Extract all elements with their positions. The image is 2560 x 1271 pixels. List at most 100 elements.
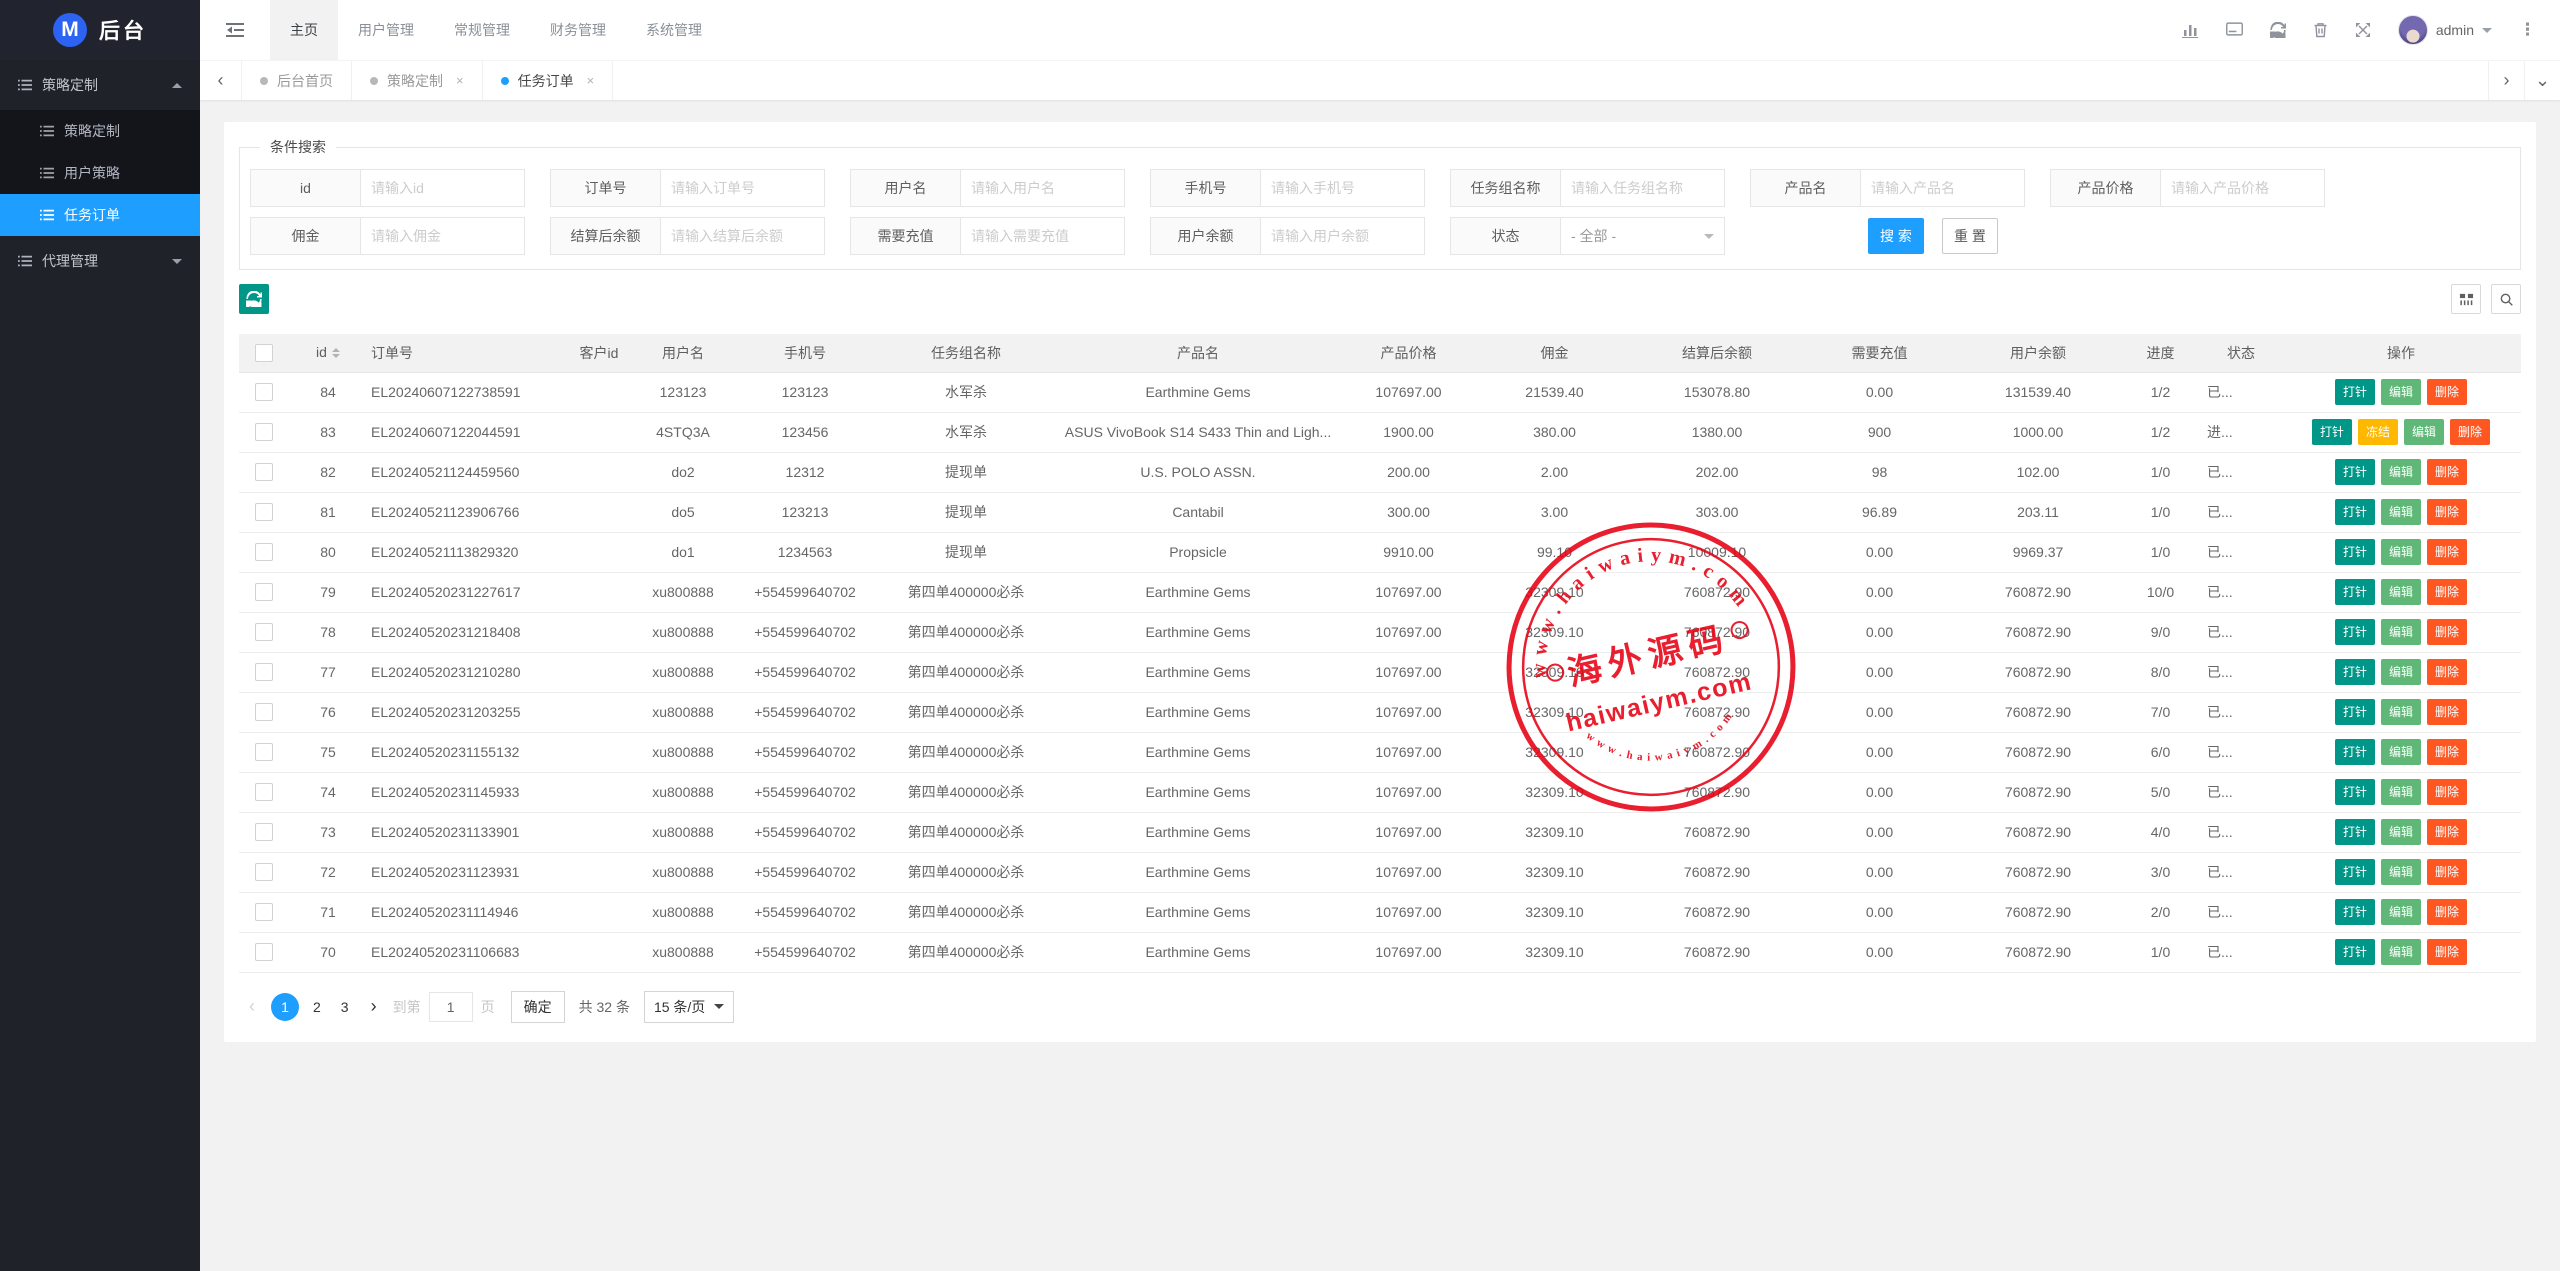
delete-button[interactable]: 删除 (2427, 899, 2467, 925)
edit-button[interactable]: 编辑 (2381, 779, 2421, 805)
filter-input-id[interactable] (360, 169, 525, 207)
edit-button[interactable]: 编辑 (2381, 739, 2421, 765)
pin-button[interactable]: 打针 (2312, 419, 2352, 445)
pin-button[interactable]: 打针 (2335, 819, 2375, 845)
filter-input-需要充值[interactable] (960, 217, 1125, 255)
page-prev-icon[interactable]: ‹ (241, 996, 263, 1017)
tab-策略定制[interactable]: 策略定制× (352, 61, 483, 100)
filter-input-订单号[interactable] (660, 169, 825, 207)
delete-button[interactable]: 删除 (2427, 859, 2467, 885)
delete-button[interactable]: 删除 (2427, 579, 2467, 605)
row-checkbox[interactable] (255, 503, 273, 521)
delete-button[interactable]: 删除 (2427, 819, 2467, 845)
page-2[interactable]: 2 (303, 999, 331, 1015)
row-checkbox[interactable] (255, 783, 273, 801)
row-checkbox[interactable] (255, 663, 273, 681)
row-checkbox[interactable] (255, 543, 273, 561)
filter-input-结算后余额[interactable] (660, 217, 825, 255)
row-checkbox[interactable] (255, 463, 273, 481)
edit-button[interactable]: 编辑 (2381, 859, 2421, 885)
pin-button[interactable]: 打针 (2335, 499, 2375, 525)
freeze-button[interactable]: 冻结 (2358, 419, 2398, 445)
pin-button[interactable]: 打针 (2335, 859, 2375, 885)
delete-button[interactable]: 删除 (2427, 379, 2467, 405)
row-checkbox[interactable] (255, 863, 273, 881)
tabs-menu-icon[interactable]: ⌄ (2524, 61, 2560, 100)
row-checkbox[interactable] (255, 903, 273, 921)
delete-button[interactable]: 删除 (2427, 659, 2467, 685)
more-options-icon[interactable]: ⋮ (2519, 20, 2536, 40)
topnav-item-用户管理[interactable]: 用户管理 (338, 0, 434, 60)
edit-button[interactable]: 编辑 (2381, 699, 2421, 725)
menu-collapse-icon[interactable] (226, 22, 244, 38)
edit-button[interactable]: 编辑 (2381, 379, 2421, 405)
trash-icon[interactable] (2313, 22, 2328, 38)
sidebar-item-任务订单[interactable]: 任务订单 (0, 194, 200, 236)
status-select[interactable]: - 全部 - (1560, 217, 1725, 255)
delete-button[interactable]: 删除 (2427, 939, 2467, 965)
sort-asc-icon[interactable] (332, 344, 340, 352)
filter-input-任务组名称[interactable] (1560, 169, 1725, 207)
row-checkbox[interactable] (255, 743, 273, 761)
pin-button[interactable]: 打针 (2335, 899, 2375, 925)
edit-button[interactable]: 编辑 (2381, 459, 2421, 485)
delete-button[interactable]: 删除 (2450, 419, 2490, 445)
delete-button[interactable]: 删除 (2427, 619, 2467, 645)
topnav-item-主页[interactable]: 主页 (270, 0, 338, 60)
pin-button[interactable]: 打针 (2335, 779, 2375, 805)
reset-button[interactable]: 重 置 (1942, 218, 1998, 254)
delete-button[interactable]: 删除 (2427, 699, 2467, 725)
refresh-icon[interactable] (2270, 22, 2286, 38)
edit-button[interactable]: 编辑 (2381, 819, 2421, 845)
row-checkbox[interactable] (255, 823, 273, 841)
fullscreen-icon[interactable] (2355, 22, 2371, 38)
user-menu[interactable]: admin (2398, 15, 2492, 45)
edit-button[interactable]: 编辑 (2381, 499, 2421, 525)
jump-confirm-button[interactable]: 确定 (511, 991, 565, 1023)
edit-button[interactable]: 编辑 (2381, 939, 2421, 965)
pin-button[interactable]: 打针 (2335, 659, 2375, 685)
page-1[interactable]: 1 (271, 993, 299, 1021)
tab-后台首页[interactable]: 后台首页 (242, 61, 352, 100)
pin-button[interactable]: 打针 (2335, 939, 2375, 965)
pin-button[interactable]: 打针 (2335, 699, 2375, 725)
topnav-item-常规管理[interactable]: 常规管理 (434, 0, 530, 60)
pin-button[interactable]: 打针 (2335, 539, 2375, 565)
select-all-checkbox[interactable] (255, 344, 273, 362)
page-size-select[interactable]: 15 条/页 (644, 991, 734, 1023)
sidebar-item-策略定制[interactable]: 策略定制 (0, 110, 200, 152)
delete-button[interactable]: 删除 (2427, 779, 2467, 805)
edit-button[interactable]: 编辑 (2381, 619, 2421, 645)
filter-input-佣金[interactable] (360, 217, 525, 255)
filter-input-产品名[interactable] (1860, 169, 2025, 207)
edit-button[interactable]: 编辑 (2381, 659, 2421, 685)
edit-button[interactable]: 编辑 (2381, 539, 2421, 565)
sort-desc-icon[interactable] (332, 354, 340, 362)
sidebar-group-1[interactable]: 代理管理 (0, 236, 200, 286)
bar-chart-icon[interactable] (2182, 22, 2199, 38)
pin-button[interactable]: 打针 (2335, 379, 2375, 405)
sidebar-group-0[interactable]: 策略定制 (0, 60, 200, 110)
filter-input-手机号[interactable] (1260, 169, 1425, 207)
close-icon[interactable]: × (456, 73, 464, 88)
edit-button[interactable]: 编辑 (2381, 899, 2421, 925)
row-checkbox[interactable] (255, 943, 273, 961)
row-checkbox[interactable] (255, 583, 273, 601)
filter-input-产品价格[interactable] (2160, 169, 2325, 207)
pin-button[interactable]: 打针 (2335, 619, 2375, 645)
close-icon[interactable]: × (587, 73, 595, 88)
panel-icon[interactable] (2226, 22, 2243, 38)
columns-button[interactable] (2451, 284, 2481, 314)
delete-button[interactable]: 删除 (2427, 459, 2467, 485)
page-3[interactable]: 3 (331, 999, 359, 1015)
logo[interactable]: M 后台 (0, 0, 200, 60)
jump-page-input[interactable] (429, 992, 473, 1022)
search-button[interactable] (2491, 284, 2521, 314)
sort-icons[interactable] (332, 344, 340, 362)
row-checkbox[interactable] (255, 703, 273, 721)
row-checkbox[interactable] (255, 383, 273, 401)
delete-button[interactable]: 删除 (2427, 539, 2467, 565)
filter-input-用户名[interactable] (960, 169, 1125, 207)
tab-任务订单[interactable]: 任务订单× (483, 61, 614, 100)
delete-button[interactable]: 删除 (2427, 739, 2467, 765)
